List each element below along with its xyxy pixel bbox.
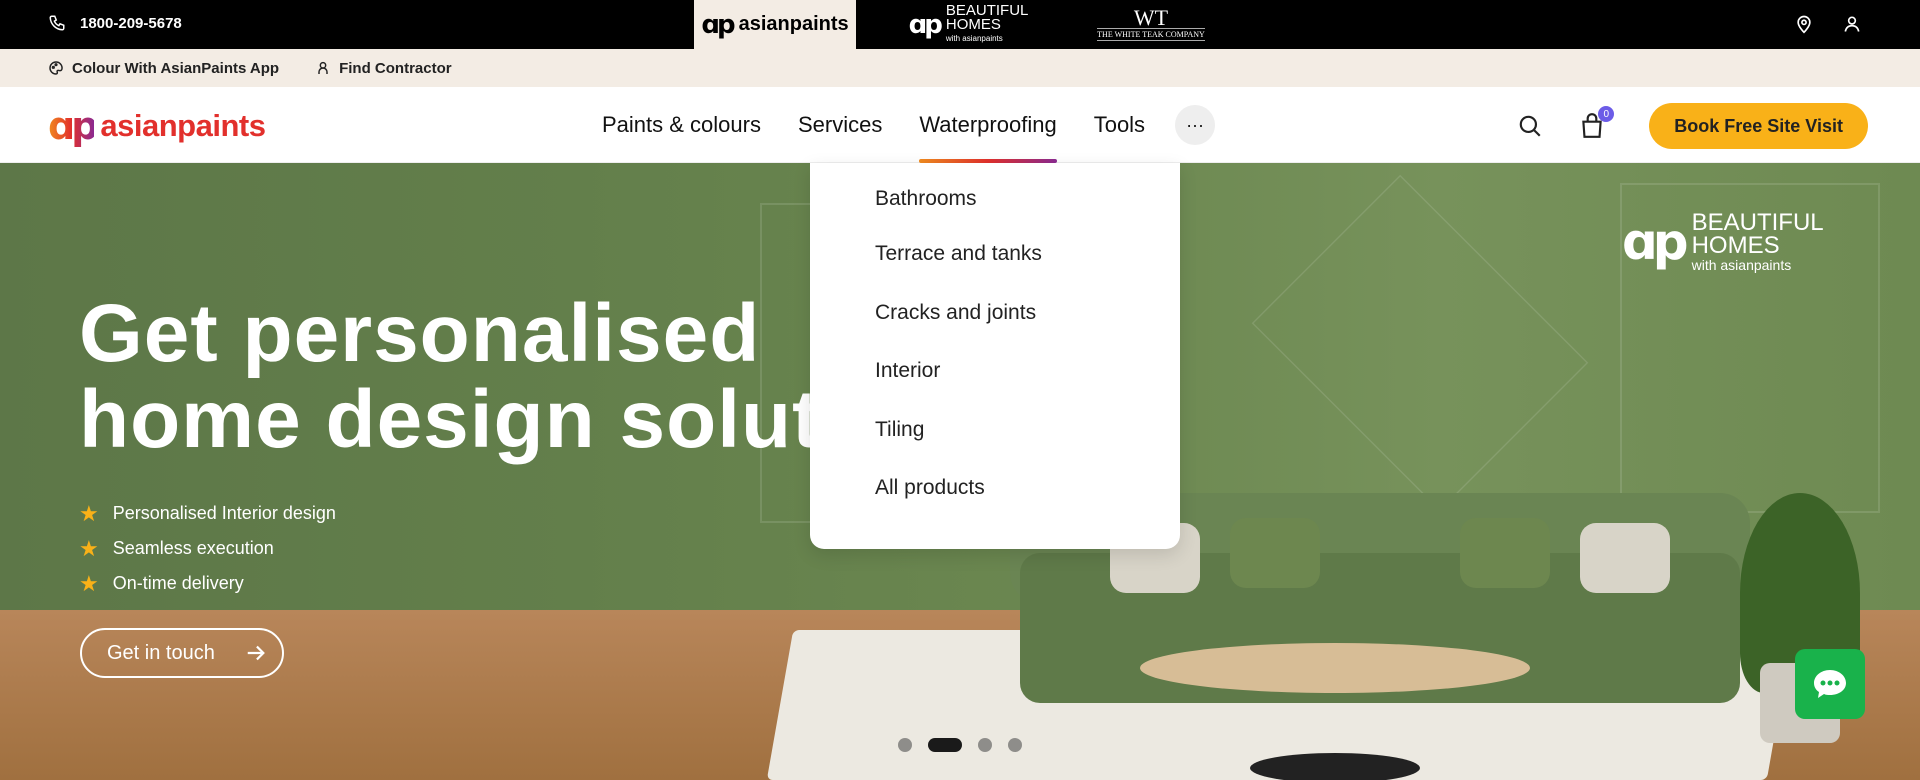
colour-app-label: Colour With AsianPaints App <box>72 59 280 77</box>
search-icon[interactable] <box>1517 113 1543 139</box>
feature-item: ★ On-time delivery <box>79 566 336 601</box>
find-contractor-label: Find Contractor <box>339 59 452 77</box>
wall-panel-diamond <box>1251 174 1589 512</box>
beautiful-homes-logo-icon: ɑp <box>908 9 943 40</box>
top-brand-bar: 1800-209-5678 ɑp asianpaints ɑp BEAUTIFU… <box>0 0 1920 49</box>
brand-tab-label: asianpaints <box>738 13 849 35</box>
brand-switcher: ɑp asianpaints ɑp BEAUTIFUL HOMES with a… <box>694 0 1221 49</box>
hero-brand-line3: with asianpaints <box>1691 257 1792 273</box>
get-in-touch-label: Get in touch <box>107 641 215 664</box>
bh-line2: HOMES <box>945 15 1001 33</box>
beautiful-homes-hero-wordmark: BEAUTIFUL HOMES with asianpaints <box>1691 209 1824 274</box>
star-icon: ★ <box>79 500 99 526</box>
dropdown-item-interior[interactable]: Interior <box>810 342 1180 401</box>
hero-feature-list: ★ Personalised Interior design ★ Seamles… <box>79 496 336 601</box>
asianpaints-logo-icon: ɑp <box>701 9 735 40</box>
feature-item: ★ Seamless execution <box>79 531 336 566</box>
feature-label: On-time delivery <box>112 573 244 593</box>
cart-count-badge: 0 <box>1598 106 1615 122</box>
beautiful-homes-logo-icon: ɑp <box>1622 213 1689 271</box>
feature-item: ★ Personalised Interior design <box>79 496 336 531</box>
cart-button[interactable]: 0 <box>1579 106 1615 140</box>
arrow-right-icon <box>247 645 265 661</box>
dropdown-item-tiling[interactable]: Tiling <box>810 401 1180 460</box>
colour-app-link[interactable]: Colour With AsianPaints App <box>48 60 279 77</box>
cushion <box>1460 518 1550 588</box>
asianpaints-logo[interactable]: ɑp asianpaints <box>48 104 266 148</box>
star-icon: ★ <box>79 570 99 596</box>
top-right-icons <box>1794 14 1862 34</box>
logo-wordmark: asianpaints <box>100 108 266 143</box>
brand-tab-white-teak[interactable]: WT THE WHITE TEAK COMPANY <box>1081 0 1221 49</box>
palette-icon <box>49 61 63 75</box>
wt-monogram: WT <box>1133 5 1169 30</box>
hero-brand-line2: HOMES <box>1691 232 1780 259</box>
get-in-touch-button[interactable]: Get in touch <box>80 628 284 678</box>
carousel-dot[interactable] <box>978 738 992 752</box>
dropdown-item-cracks-joints[interactable]: Cracks and joints <box>810 284 1180 343</box>
coffee-table-base <box>1250 753 1420 780</box>
phone-link[interactable]: 1800-209-5678 <box>48 14 182 32</box>
carousel-dot[interactable] <box>1008 738 1022 752</box>
phone-icon <box>49 15 65 31</box>
nav-link-paints-colours[interactable]: Paints & colours <box>602 87 761 163</box>
find-contractor-link[interactable]: Find Contractor <box>315 60 452 77</box>
carousel-dot-active[interactable] <box>928 738 962 752</box>
dropdown-item-all-products[interactable]: All products <box>810 459 1180 518</box>
waterproofing-dropdown: Bathrooms Terrace and tanks Cracks and j… <box>810 163 1180 549</box>
nav-links: Paints & colours Services Waterproofing … <box>602 87 1216 163</box>
brand-tab-beautiful-homes[interactable]: ɑp BEAUTIFUL HOMES with asianpaints <box>856 0 1081 49</box>
star-icon: ★ <box>79 535 99 561</box>
feature-label: Seamless execution <box>112 538 274 558</box>
feature-label: Personalised Interior design <box>112 503 336 523</box>
nav-link-tools[interactable]: Tools <box>1094 87 1145 163</box>
brand-tab-asianpaints[interactable]: ɑp asianpaints <box>694 0 856 49</box>
secondary-bar: Colour With AsianPaints App Find Contrac… <box>0 49 1920 87</box>
wt-name: THE WHITE TEAK COMPANY <box>1097 28 1205 41</box>
contractor-icon <box>318 61 328 74</box>
main-navigation: ɑp asianpaints Paints & colours Services… <box>0 87 1920 163</box>
nav-link-waterproofing[interactable]: Waterproofing <box>919 87 1058 163</box>
beautiful-homes-hero-logo: ɑp BEAUTIFUL HOMES with asianpaints <box>1622 209 1824 274</box>
phone-number: 1800-209-5678 <box>80 14 182 32</box>
chat-bubble-icon <box>1814 670 1846 698</box>
chat-button[interactable] <box>1795 649 1865 719</box>
coffee-table <box>1140 643 1530 693</box>
user-icon[interactable] <box>1842 14 1862 34</box>
beautiful-homes-wordmark: BEAUTIFUL HOMES with asianpaints <box>945 3 1029 46</box>
nav-actions: 0 Book Free Site Visit <box>1517 103 1868 149</box>
carousel-dot[interactable] <box>898 738 912 752</box>
more-menu-button[interactable]: ··· <box>1175 105 1216 145</box>
asianpaints-logo-icon: ɑp <box>48 104 98 148</box>
nav-link-services[interactable]: Services <box>798 87 882 163</box>
cushion <box>1230 518 1320 588</box>
book-site-visit-button[interactable]: Book Free Site Visit <box>1649 103 1868 149</box>
white-teak-wordmark: WT THE WHITE TEAK COMPANY <box>1097 5 1205 41</box>
carousel-dots <box>898 738 1022 752</box>
bh-line3: with asianpaints <box>945 33 1003 43</box>
hero-brand-line1: BEAUTIFUL <box>1691 209 1824 236</box>
cushion <box>1580 523 1670 593</box>
dropdown-item-terrace-tanks[interactable]: Terrace and tanks <box>810 225 1180 284</box>
location-icon[interactable] <box>1794 14 1814 34</box>
dropdown-item-bathrooms[interactable]: Bathrooms <box>810 187 1180 225</box>
